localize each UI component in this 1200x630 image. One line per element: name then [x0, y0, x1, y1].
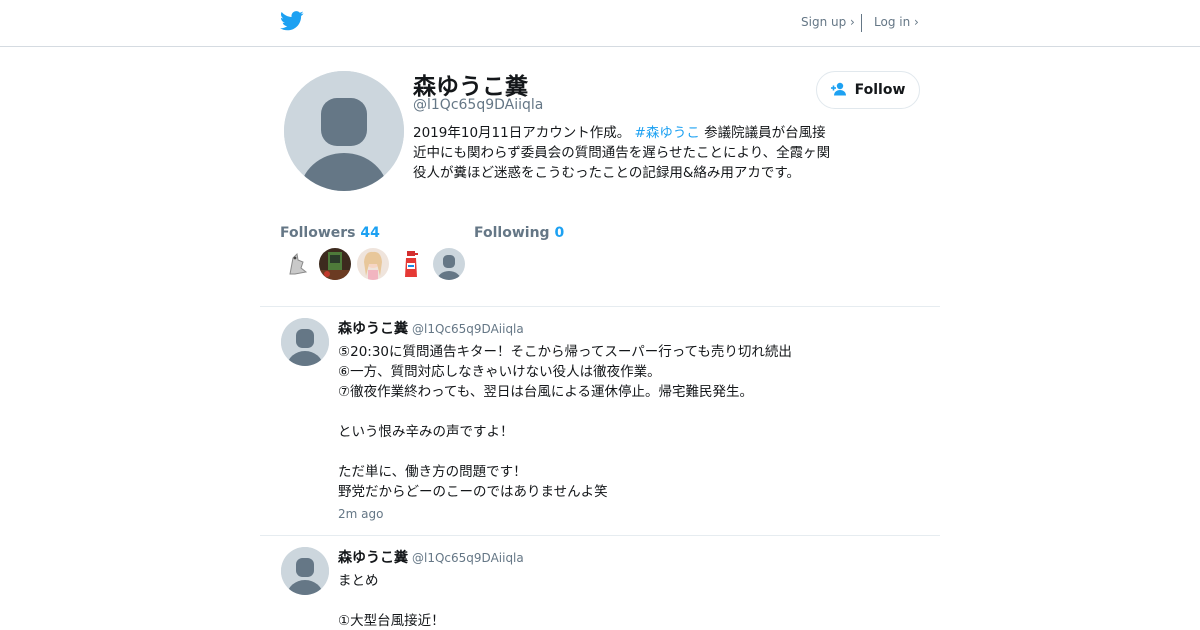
profile-divider — [260, 306, 940, 307]
signup-link[interactable]: Sign up › — [801, 15, 855, 29]
tweet-author-handle[interactable]: @l1Qc65q9DAiiqla — [412, 322, 524, 336]
login-link[interactable]: Log in › — [874, 15, 919, 29]
follow-button-label: Follow — [854, 82, 906, 98]
following-label: Following — [474, 225, 550, 241]
tweet-line — [338, 591, 898, 611]
add-user-icon — [830, 81, 849, 100]
tweet-text: まとめ ①大型台風接近！ — [338, 571, 898, 630]
tweet-author-handle[interactable]: @l1Qc65q9DAiiqla — [412, 551, 524, 565]
tweet-line: ⑥一方、質問対応しなきゃいけない役人は徹夜作業。 — [338, 364, 661, 380]
follower-avatar[interactable] — [395, 248, 427, 280]
twitter-bird-icon[interactable] — [280, 11, 304, 31]
tweet-line: ⑤20:30に質問通告キター！そこから帰ってスーパー行っても売り切れ続出 — [338, 344, 792, 360]
tweet-line: まとめ — [338, 573, 379, 589]
tweet-author-name[interactable]: 森ゆうこ糞 — [338, 321, 408, 337]
profile-avatar[interactable] — [284, 71, 404, 191]
profile-display-name: 森ゆうこ糞 — [413, 74, 528, 100]
tweet-avatar[interactable] — [281, 318, 329, 366]
tweet-avatar[interactable] — [281, 547, 329, 595]
tweet-line: ①大型台風接近！ — [338, 613, 445, 629]
follower-avatar[interactable] — [281, 248, 313, 280]
profile-bio: 2019年10月11日アカウント作成。 #森ゆうこ 参議院議員が台風接近中にも関… — [413, 123, 838, 183]
follower-avatar[interactable] — [319, 248, 351, 280]
follower-avatar[interactable] — [357, 248, 389, 280]
follow-button[interactable]: Follow — [816, 71, 920, 109]
tweet-line: 野党だからどーのこーのではありませんよ笑 — [338, 484, 608, 500]
tweet-line: ⑦徹夜作業終わっても、翌日は台風による運休停止。帰宅難民発生。 — [338, 384, 753, 400]
following-stat[interactable]: Following 0 — [474, 225, 564, 241]
tweet-text: ⑤20:30に質問通告キター！そこから帰ってスーパー行っても売り切れ続出 ⑥一方… — [338, 342, 898, 502]
tweet-line: ただ単に、働き方の問題です！ — [338, 464, 527, 480]
followers-label: Followers — [280, 225, 356, 241]
tweet-header: 森ゆうこ糞 @l1Qc65q9DAiiqla — [338, 318, 524, 338]
tweet-timestamp[interactable]: 2m ago — [338, 507, 383, 521]
header-divider — [861, 14, 862, 32]
tweet-line — [338, 402, 898, 422]
following-count: 0 — [554, 225, 565, 241]
followers-stat[interactable]: Followers 44 — [280, 225, 380, 241]
top-bar: Sign up › Log in › — [0, 0, 1200, 47]
followers-count: 44 — [360, 225, 380, 241]
bio-text-start: 2019年10月11日アカウント作成。 — [413, 125, 635, 141]
tweet-author-name[interactable]: 森ゆうこ糞 — [338, 550, 408, 566]
bio-hashtag-link[interactable]: #森ゆうこ — [635, 125, 700, 141]
tweet-header: 森ゆうこ糞 @l1Qc65q9DAiiqla — [338, 547, 524, 567]
tweet-line — [338, 442, 898, 462]
tweet-line: という恨み辛みの声ですよ！ — [338, 424, 514, 440]
follower-avatar[interactable] — [433, 248, 465, 280]
tweet-divider — [260, 535, 940, 536]
profile-handle: @l1Qc65q9DAiiqla — [413, 97, 544, 113]
